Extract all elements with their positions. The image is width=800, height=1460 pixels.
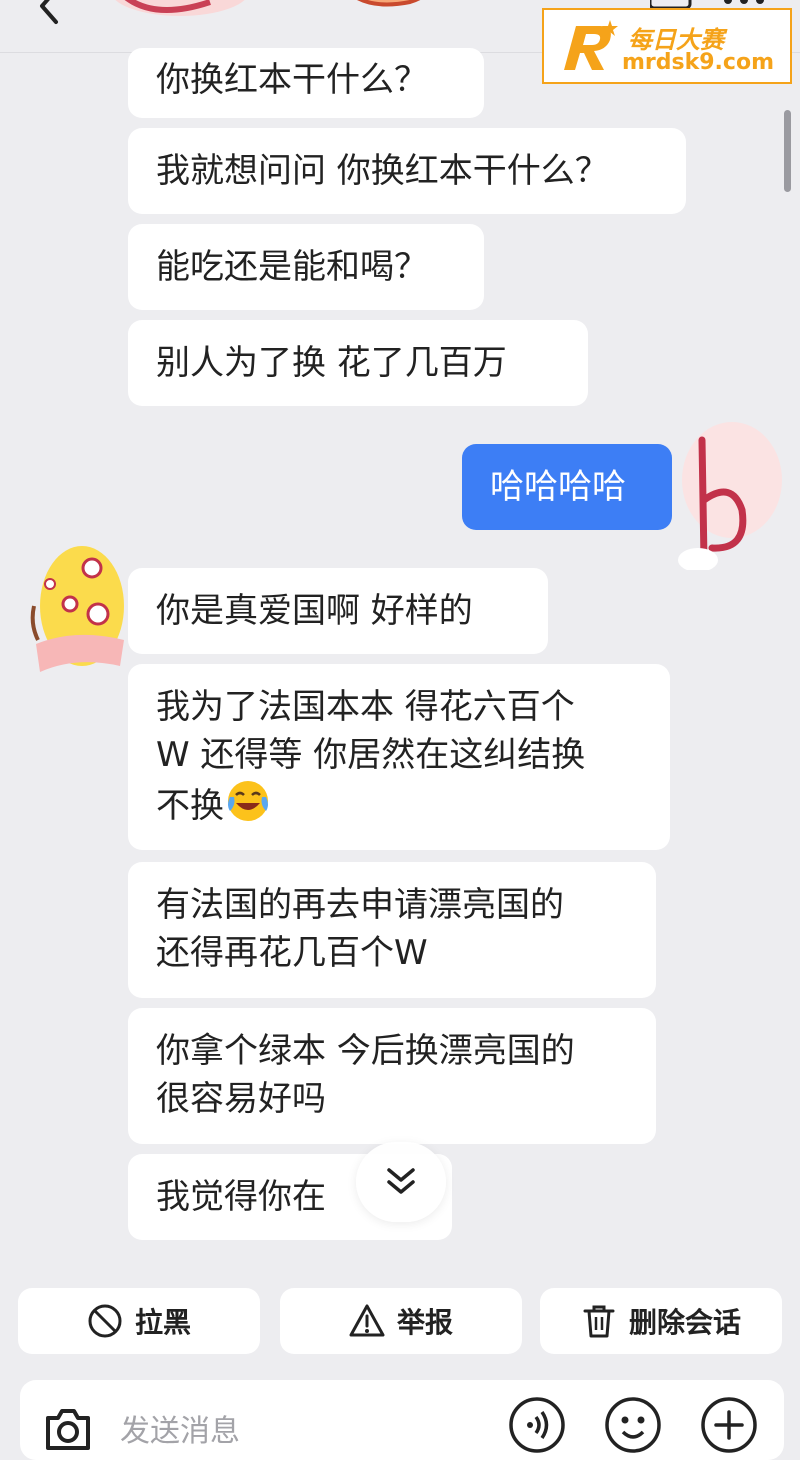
message-text: 你换红本干什么？ xyxy=(156,60,428,100)
voice-icon[interactable] xyxy=(508,1396,566,1454)
back-arrow-icon[interactable] xyxy=(30,0,70,26)
message-input-bar: 发送消息 xyxy=(20,1380,784,1460)
message-bubble[interactable]: 你换红本干什么？ xyxy=(128,48,484,118)
message-text: 你是真爱国啊 好样的 xyxy=(156,591,473,631)
message-text: 我就想问问 你换红本干什么？ xyxy=(156,151,609,191)
message-bubble[interactable]: 能吃还是能和喝？ xyxy=(128,224,484,310)
crying-laughing-emoji-icon xyxy=(228,781,268,821)
message-text-with-emoji: 不换 xyxy=(156,779,642,830)
warning-icon xyxy=(349,1304,385,1337)
chat-partner-avatar[interactable] xyxy=(80,0,440,32)
message-text: 别人为了换 花了几百万 xyxy=(156,343,507,383)
block-button[interactable]: 拉黑 xyxy=(18,1288,260,1354)
message-bubble[interactable]: 我为了法国本本 得花六百个 W 还得等 你居然在这纠结换 不换 xyxy=(128,664,670,850)
message-bubble[interactable]: 有法国的再去申请漂亮国的 还得再花几百个W xyxy=(128,862,656,998)
report-button[interactable]: 举报 xyxy=(280,1288,522,1354)
plus-icon[interactable] xyxy=(700,1396,758,1454)
site-watermark: 每日大赛 mrdsk9.com xyxy=(542,8,792,84)
message-bubble[interactable]: 你拿个绿本 今后换漂亮国的 很容易好吗 xyxy=(128,1008,656,1144)
chat-partner-avatar[interactable] xyxy=(26,544,130,684)
camera-icon[interactable] xyxy=(42,1402,94,1454)
message-text: 我为了法国本本 得花六百个 xyxy=(156,687,575,727)
message-bubble[interactable]: 你是真爱国啊 好样的 xyxy=(128,568,548,654)
message-text: 有法国的再去申请漂亮国的 xyxy=(156,885,564,925)
watermark-url: mrdsk9.com xyxy=(622,50,774,75)
message-text: 不换 xyxy=(156,786,224,826)
message-bubble[interactable]: 别人为了换 花了几百万 xyxy=(128,320,588,406)
delete-conversation-button[interactable]: 删除会话 xyxy=(540,1288,782,1354)
message-bubble[interactable]: 我就想问问 你换红本干什么？ xyxy=(128,128,686,214)
message-text: W 还得等 你居然在这纠结换 xyxy=(156,735,586,775)
emoji-icon[interactable] xyxy=(604,1396,662,1454)
message-text: 能吃还是能和喝？ xyxy=(156,247,428,287)
message-input[interactable]: 发送消息 xyxy=(120,1406,240,1450)
watermark-logo-icon xyxy=(564,20,618,70)
scroll-to-bottom-button[interactable] xyxy=(356,1142,446,1222)
delete-label: 删除会话 xyxy=(628,1306,741,1339)
message-text: 你拿个绿本 今后换漂亮国的 xyxy=(156,1031,575,1071)
message-text: 很容易好吗 xyxy=(156,1079,326,1119)
outgoing-message-bubble[interactable]: 哈哈哈哈 xyxy=(462,444,672,530)
scrollbar[interactable] xyxy=(784,110,791,192)
report-label: 举报 xyxy=(396,1306,453,1339)
double-chevron-down-icon xyxy=(387,1168,415,1194)
trash-icon xyxy=(583,1305,615,1338)
message-text: 哈哈哈哈 xyxy=(490,467,626,507)
block-label: 拉黑 xyxy=(134,1306,191,1339)
my-avatar[interactable] xyxy=(672,420,784,570)
message-text: 还得再花几百个W xyxy=(156,933,428,973)
block-icon xyxy=(88,1304,122,1338)
